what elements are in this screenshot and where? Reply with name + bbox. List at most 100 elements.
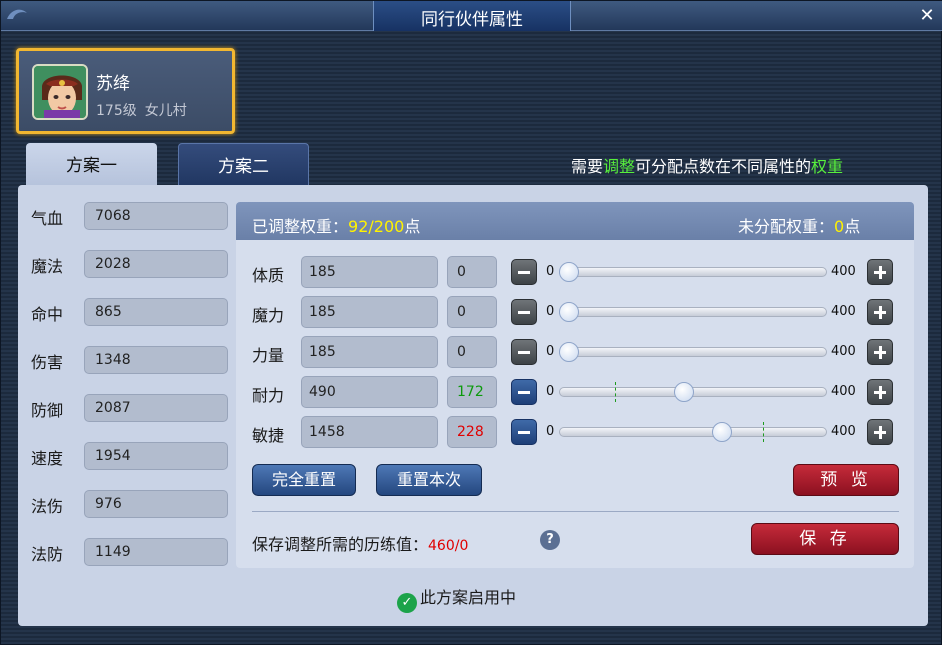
- hint-text-1: 需要: [571, 157, 604, 176]
- partner-card[interactable]: 苏绛 175级 女儿村: [16, 48, 235, 134]
- minus-icon: [518, 271, 530, 274]
- stat-value: 1954: [84, 442, 228, 470]
- slider-handle[interactable]: [712, 422, 732, 442]
- stat-label: 防御: [31, 401, 64, 420]
- slider-handle[interactable]: [674, 382, 694, 402]
- unassigned-weight-value: 0: [834, 217, 845, 236]
- stat-value: 1348: [84, 346, 228, 374]
- unassigned-weight-label: 未分配权重：: [738, 217, 835, 236]
- adjusted-weight-value: 92/200: [348, 217, 405, 236]
- slider-min-label: 0: [546, 304, 555, 319]
- slider-handle[interactable]: [559, 342, 579, 362]
- weight-slider-track[interactable]: [559, 427, 827, 437]
- stat-label: 气血: [31, 209, 64, 228]
- stat-value: 2028: [84, 250, 228, 278]
- slider-max-label: 400: [831, 344, 856, 359]
- plus-icon-vertical: [879, 386, 882, 399]
- partner-school: 女儿村: [144, 103, 187, 119]
- attribute-label: 耐力: [252, 386, 285, 405]
- decrease-button[interactable]: [511, 379, 537, 405]
- weight-slider-track[interactable]: [559, 307, 827, 317]
- character-portrait-icon: [34, 66, 86, 118]
- minus-icon: [518, 311, 530, 314]
- hint-highlight-1: 调整: [603, 157, 636, 176]
- weight-slider-track[interactable]: [559, 347, 827, 357]
- slider-min-label: 0: [546, 264, 555, 279]
- attribute-value: 490: [301, 376, 438, 408]
- increase-button[interactable]: [867, 419, 893, 445]
- attribute-added-points: 172: [447, 376, 497, 408]
- divider: [252, 511, 899, 512]
- stat-label: 法防: [31, 545, 64, 564]
- tab-plan-2[interactable]: 方案二: [178, 143, 309, 185]
- unassigned-weight-unit: 点: [844, 217, 861, 236]
- plus-icon-vertical: [879, 266, 882, 279]
- stat-value: 2087: [84, 394, 228, 422]
- weight-marker: [615, 382, 616, 402]
- stat-label: 魔法: [31, 257, 64, 276]
- slider-min-label: 0: [546, 384, 555, 399]
- partner-info: 175级 女儿村: [96, 100, 195, 120]
- increase-button[interactable]: [867, 299, 893, 325]
- preview-button[interactable]: 预 览: [793, 464, 899, 496]
- help-icon[interactable]: ?: [540, 530, 560, 550]
- minus-icon: [518, 431, 530, 434]
- stat-value: 7068: [84, 202, 228, 230]
- check-icon: ✓: [397, 593, 417, 613]
- decrease-button[interactable]: [511, 419, 537, 445]
- slider-max-label: 400: [831, 304, 856, 319]
- increase-button[interactable]: [867, 339, 893, 365]
- decrease-button[interactable]: [511, 339, 537, 365]
- slider-min-label: 0: [546, 344, 555, 359]
- stat-label: 法伤: [31, 497, 64, 516]
- increase-button[interactable]: [867, 259, 893, 285]
- reset-this-button[interactable]: 重置本次: [376, 464, 482, 496]
- plus-icon-vertical: [879, 306, 882, 319]
- slider-max-label: 400: [831, 384, 856, 399]
- save-cost: 保存调整所需的历练值：460/0: [252, 531, 468, 555]
- plan-status-text: 此方案启用中: [420, 588, 517, 607]
- adjusted-weight: 已调整权重：92/200点: [252, 213, 420, 237]
- close-button[interactable]: ✕: [915, 4, 939, 28]
- attribute-label: 魔力: [252, 306, 285, 325]
- stat-value: 1149: [84, 538, 228, 566]
- hint-text-2: 可分配点数在不同属性的: [635, 157, 812, 176]
- attribute-value: 185: [301, 296, 438, 328]
- plus-icon-vertical: [879, 346, 882, 359]
- adjusted-weight-unit: 点: [404, 217, 421, 236]
- window-title: 同行伙伴属性: [421, 10, 523, 30]
- attribute-value: 185: [301, 336, 438, 368]
- decrease-button[interactable]: [511, 259, 537, 285]
- unassigned-weight: 未分配权重：0点: [738, 213, 860, 237]
- increase-button[interactable]: [867, 379, 893, 405]
- attribute-added-points: 0: [447, 336, 497, 368]
- save-cost-label: 保存调整所需的历练值：: [252, 535, 429, 554]
- attribute-added-points: 228: [447, 416, 497, 448]
- decrease-button[interactable]: [511, 299, 537, 325]
- save-button[interactable]: 保 存: [751, 523, 899, 555]
- stat-label: 伤害: [31, 353, 64, 372]
- partner-attributes-window: 同行伙伴属性 ✕ 苏绛 175级 女儿村 方案一 方案二 需要调整可分配点数在不同…: [0, 0, 942, 645]
- plan-status: ✓ 此方案启用中: [397, 584, 516, 613]
- slider-min-label: 0: [546, 424, 555, 439]
- partner-level: 175级: [96, 103, 137, 119]
- slider-handle[interactable]: [559, 302, 579, 322]
- adjusted-weight-label: 已调整权重：: [252, 217, 349, 236]
- attribute-value: 1458: [301, 416, 438, 448]
- weight-slider-track[interactable]: [559, 267, 827, 277]
- minus-icon: [518, 351, 530, 354]
- tab-plan-1[interactable]: 方案一: [26, 143, 157, 185]
- minus-icon: [518, 391, 530, 394]
- slider-handle[interactable]: [559, 262, 579, 282]
- reset-all-button[interactable]: 完全重置: [252, 464, 356, 496]
- partner-name: 苏绛: [96, 74, 130, 94]
- stat-label: 速度: [31, 449, 64, 468]
- weight-marker: [763, 422, 764, 442]
- avatar: [32, 64, 88, 120]
- attribute-label: 体质: [252, 266, 285, 285]
- slider-max-label: 400: [831, 264, 856, 279]
- hint-highlight-2: 权重: [811, 157, 844, 176]
- attribute-added-points: 0: [447, 256, 497, 288]
- save-cost-value: 460/0: [428, 538, 469, 554]
- title-ornament-icon: [7, 9, 27, 19]
